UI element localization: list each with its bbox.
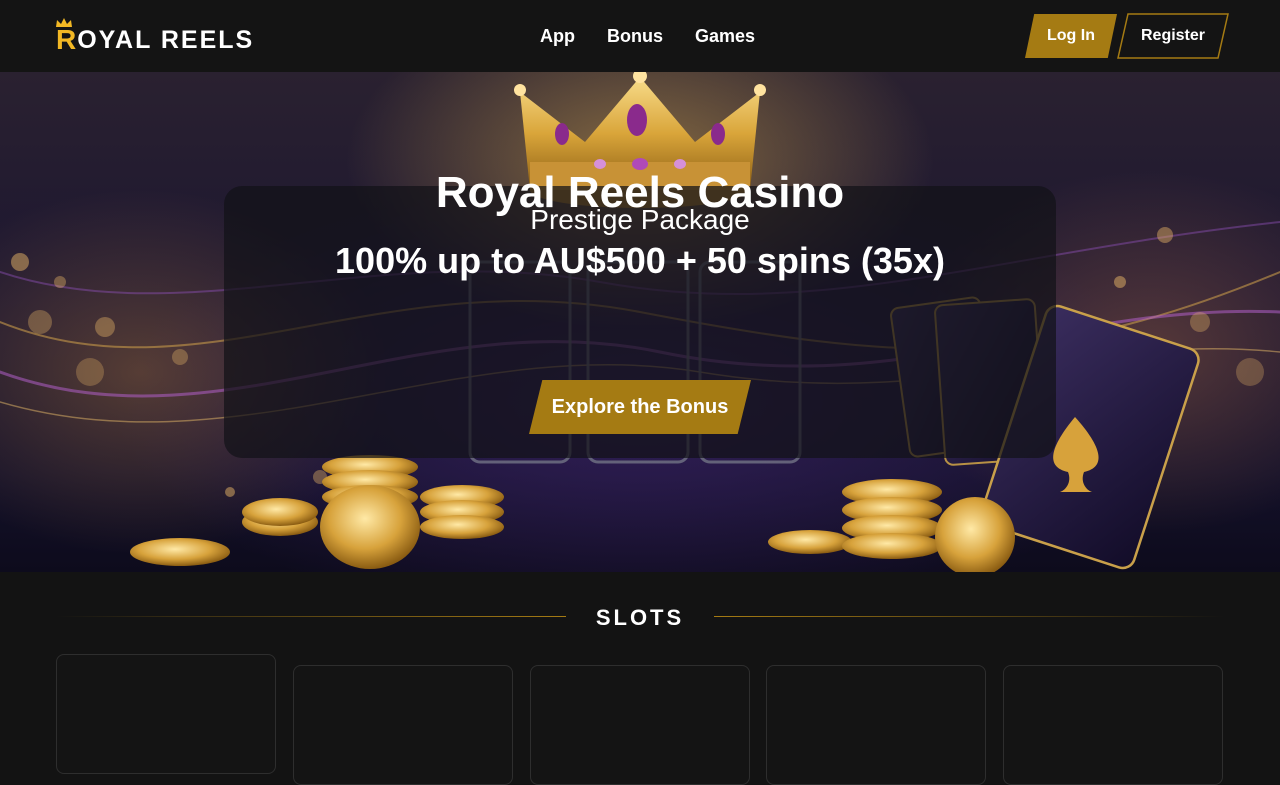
slot-card[interactable] <box>1003 665 1223 785</box>
explore-bonus-button[interactable]: Explore the Bonus <box>529 380 751 434</box>
register-button[interactable]: Register <box>1117 13 1229 59</box>
logo-wordmark: OYAL REELS <box>77 26 255 54</box>
slot-card[interactable] <box>766 665 986 785</box>
section-divider-right <box>714 616 1224 617</box>
hero-bonus-offer: 100% up to AU$500 + 50 spins (35x) <box>335 240 945 281</box>
login-button[interactable]: Log In <box>1025 14 1117 58</box>
hero-subtitle: Prestige Package <box>530 204 750 235</box>
slot-card[interactable] <box>530 665 750 785</box>
slot-card[interactable] <box>293 665 513 785</box>
logo-initial: R <box>56 18 77 54</box>
slot-card[interactable] <box>56 654 276 774</box>
register-button-label: Register <box>1140 27 1206 44</box>
slots-heading: SLOTS <box>595 605 685 630</box>
gold-chips-right <box>768 479 1015 572</box>
crown-icon <box>56 18 72 27</box>
brand-logo[interactable]: R OYAL REELS <box>56 18 255 54</box>
main-nav: App Bonus Games <box>540 24 787 48</box>
nav-item-app[interactable]: App <box>540 24 575 48</box>
hero-banner <box>0 72 1280 572</box>
nav-item-games[interactable]: Games <box>695 24 755 48</box>
nav-item-bonus[interactable]: Bonus <box>607 24 663 48</box>
site-header: R OYAL REELS App Bonus Games Log In Regi… <box>0 0 1280 72</box>
